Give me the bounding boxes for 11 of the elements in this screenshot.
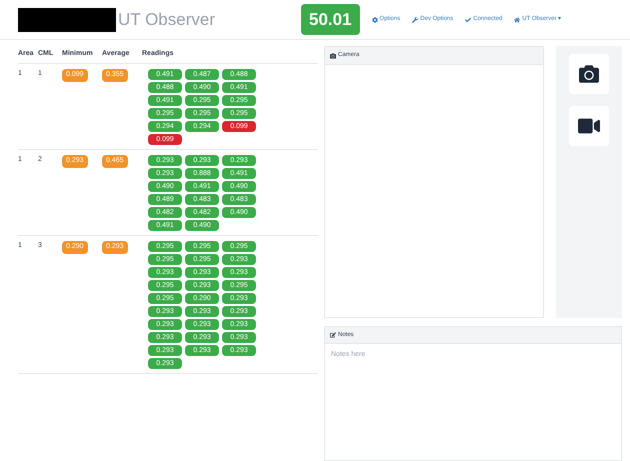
home-icon (514, 16, 520, 22)
photo-button[interactable] (569, 54, 609, 94)
video-button[interactable] (569, 106, 609, 146)
app-title: UT Observer (118, 8, 215, 31)
check-icon (465, 16, 472, 22)
gear-icon (372, 16, 378, 22)
camera-icon (330, 52, 336, 58)
camera-icon (579, 64, 599, 84)
edit-icon (330, 332, 336, 338)
value-display: 50.01 (301, 4, 360, 36)
wrench-icon (412, 16, 418, 22)
